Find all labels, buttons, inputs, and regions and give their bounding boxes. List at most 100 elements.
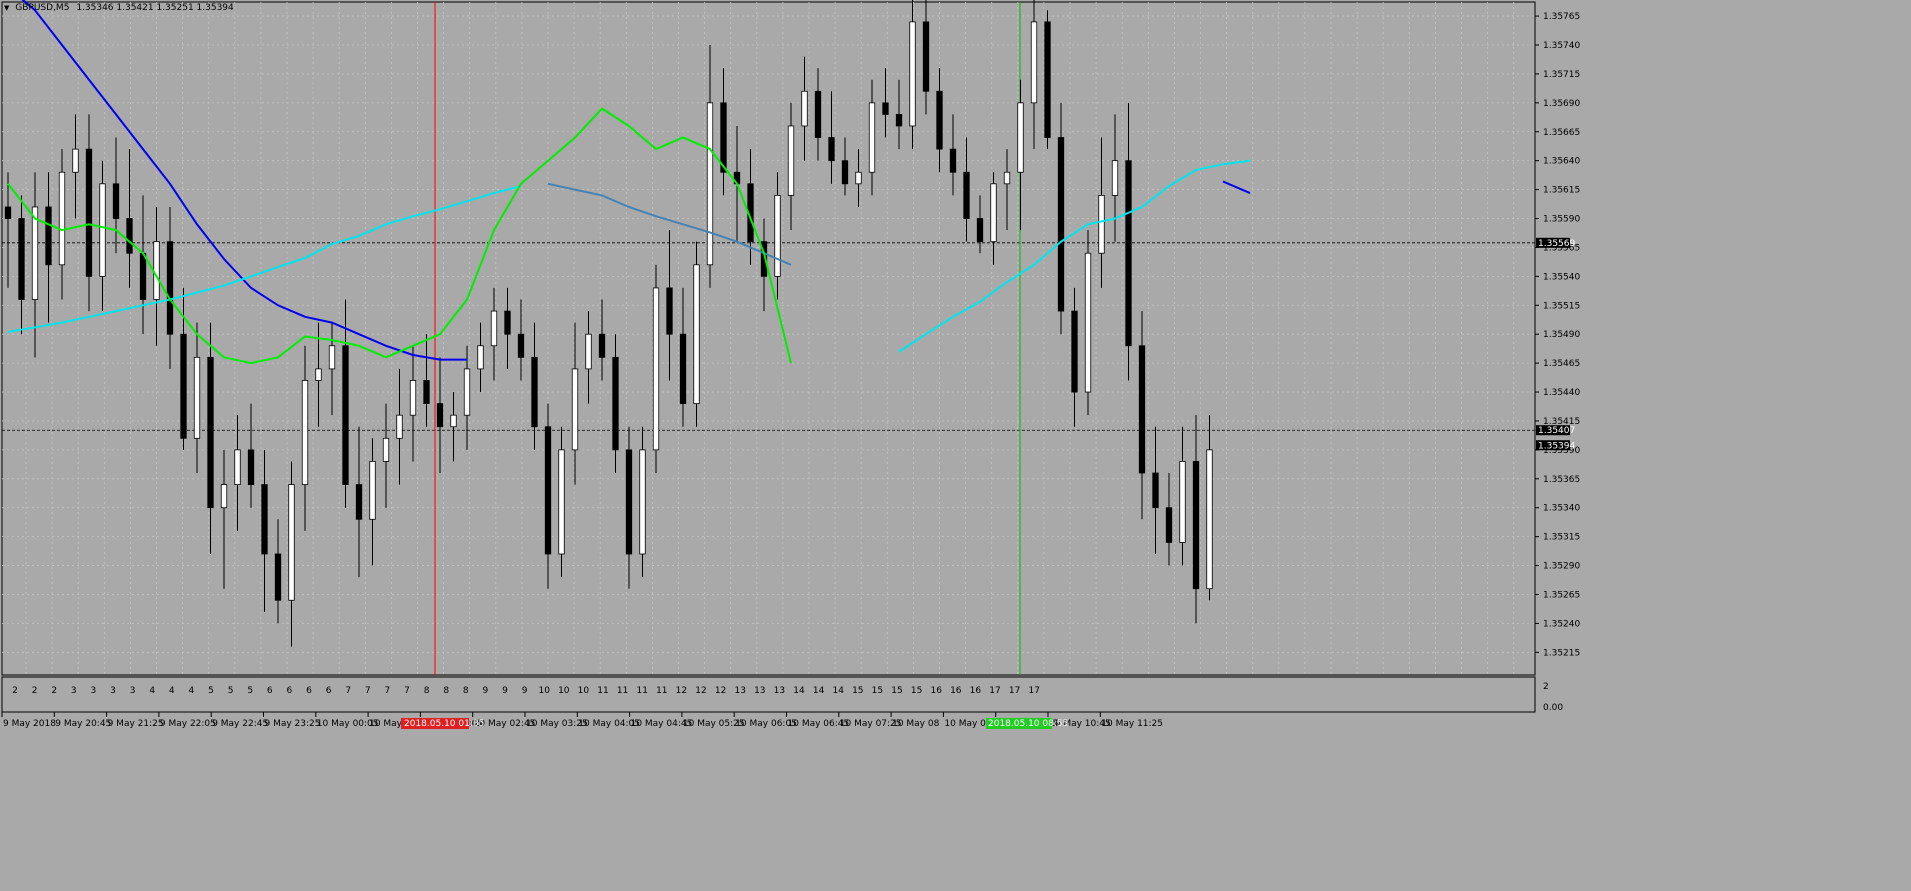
time-label: 9 May 23:25 <box>265 719 321 729</box>
subwindow-value: 2 <box>32 686 38 696</box>
candle <box>1084 230 1092 416</box>
subwindow-value: 5 <box>247 686 253 696</box>
candle-body <box>787 125 795 196</box>
candle <box>220 449 228 589</box>
candle <box>558 426 565 578</box>
candle <box>450 392 457 462</box>
subwindow-value: 4 <box>169 686 175 696</box>
price-label: 1.35540 <box>1543 272 1580 282</box>
candle-body <box>153 241 160 300</box>
price-label: 1.35515 <box>1543 301 1580 311</box>
candle <box>1030 0 1038 150</box>
candle <box>58 149 66 300</box>
candle <box>85 114 93 312</box>
candle-body <box>288 484 295 601</box>
price-label: 1.35740 <box>1543 41 1580 51</box>
price-chart[interactable]: 1.357901.357651.357401.357151.356901.356… <box>0 0 1911 891</box>
time-label: 9 May 22:45 <box>212 719 268 729</box>
candle-body <box>531 356 538 428</box>
moving-average-line <box>7 107 792 365</box>
subwindow-value: 17 <box>1009 686 1020 696</box>
candle-body <box>504 310 511 335</box>
price-label: 1.35315 <box>1543 533 1580 543</box>
candle <box>787 102 795 231</box>
level-tag: 1.35407 <box>1538 426 1575 436</box>
candle-body <box>1192 461 1200 590</box>
candle <box>639 426 646 578</box>
candle-body <box>58 171 66 266</box>
subwindow-value: 14 <box>793 686 805 696</box>
candle <box>31 172 39 358</box>
candle <box>355 426 363 578</box>
candle-body <box>882 102 889 115</box>
candle-body <box>963 171 970 219</box>
candle-body <box>1084 252 1092 393</box>
price-label: 1.35590 <box>1543 215 1580 225</box>
candle-body <box>261 484 268 555</box>
subwindow-value: 11 <box>636 686 647 696</box>
candle-body <box>31 206 39 300</box>
candle <box>774 172 781 300</box>
subwindow-value: 14 <box>832 686 844 696</box>
candle-body <box>517 333 525 358</box>
candle-body <box>571 368 579 451</box>
candle-body <box>1206 449 1213 590</box>
candle <box>72 114 79 219</box>
candle <box>679 287 687 427</box>
candle-body <box>369 461 376 520</box>
time-label: 9 May 2018 <box>3 719 56 729</box>
subwindow-value: 12 <box>676 686 687 696</box>
candle-body <box>679 333 687 405</box>
candle-body <box>868 102 876 173</box>
price-label: 1.35340 <box>1543 504 1580 514</box>
candle-body <box>382 437 390 462</box>
candle-body <box>72 148 79 173</box>
candle-body <box>180 333 187 439</box>
candle <box>1057 102 1065 335</box>
candle <box>1206 415 1213 601</box>
candle <box>544 403 552 589</box>
candle-body <box>355 484 363 520</box>
subwindow-value: 11 <box>656 686 667 696</box>
price-label: 1.35215 <box>1543 648 1580 658</box>
ohlc-quote: 1.35346 1.35421 1.35251 1.35394 <box>76 3 234 13</box>
subwindow-value: 17 <box>1028 686 1039 696</box>
subwindow-value: 13 <box>754 686 765 696</box>
candle <box>261 449 268 612</box>
candle <box>207 322 214 554</box>
subwindow-value: 3 <box>91 686 97 696</box>
candle-body <box>976 218 984 243</box>
subwindow-value: 12 <box>695 686 706 696</box>
candle-body <box>693 264 700 405</box>
subwindow-value: 6 <box>326 686 332 696</box>
candle-body <box>166 241 174 335</box>
candle <box>1165 473 1173 566</box>
subwindow-value: 9 <box>522 686 528 696</box>
price-label: 1.35665 <box>1543 128 1580 138</box>
price-label: 1.35240 <box>1543 619 1580 629</box>
subwindow-value: 4 <box>189 686 195 696</box>
candle-body <box>666 287 673 335</box>
candle-body <box>1138 345 1146 474</box>
collapse-triangle-icon[interactable]: ▼ <box>4 4 9 12</box>
subwindow-value: 16 <box>930 686 942 696</box>
candle <box>936 68 943 173</box>
candle <box>841 137 849 196</box>
candle <box>895 79 903 150</box>
subwindow-value: 3 <box>110 686 116 696</box>
candle <box>801 56 808 161</box>
candle-body <box>450 414 457 428</box>
candle <box>490 287 498 381</box>
subwindow-value: 8 <box>443 686 449 696</box>
subwindow-value: 15 <box>911 686 922 696</box>
price-label: 1.35365 <box>1543 475 1580 485</box>
candle <box>396 368 403 485</box>
price-label: 1.35765 <box>1543 12 1580 22</box>
candle-body <box>558 449 565 555</box>
candle-body <box>828 137 835 162</box>
candle <box>1152 426 1159 554</box>
candle <box>1138 311 1146 520</box>
candle-body <box>112 183 120 219</box>
candle <box>1098 137 1105 288</box>
candle <box>1125 102 1132 381</box>
